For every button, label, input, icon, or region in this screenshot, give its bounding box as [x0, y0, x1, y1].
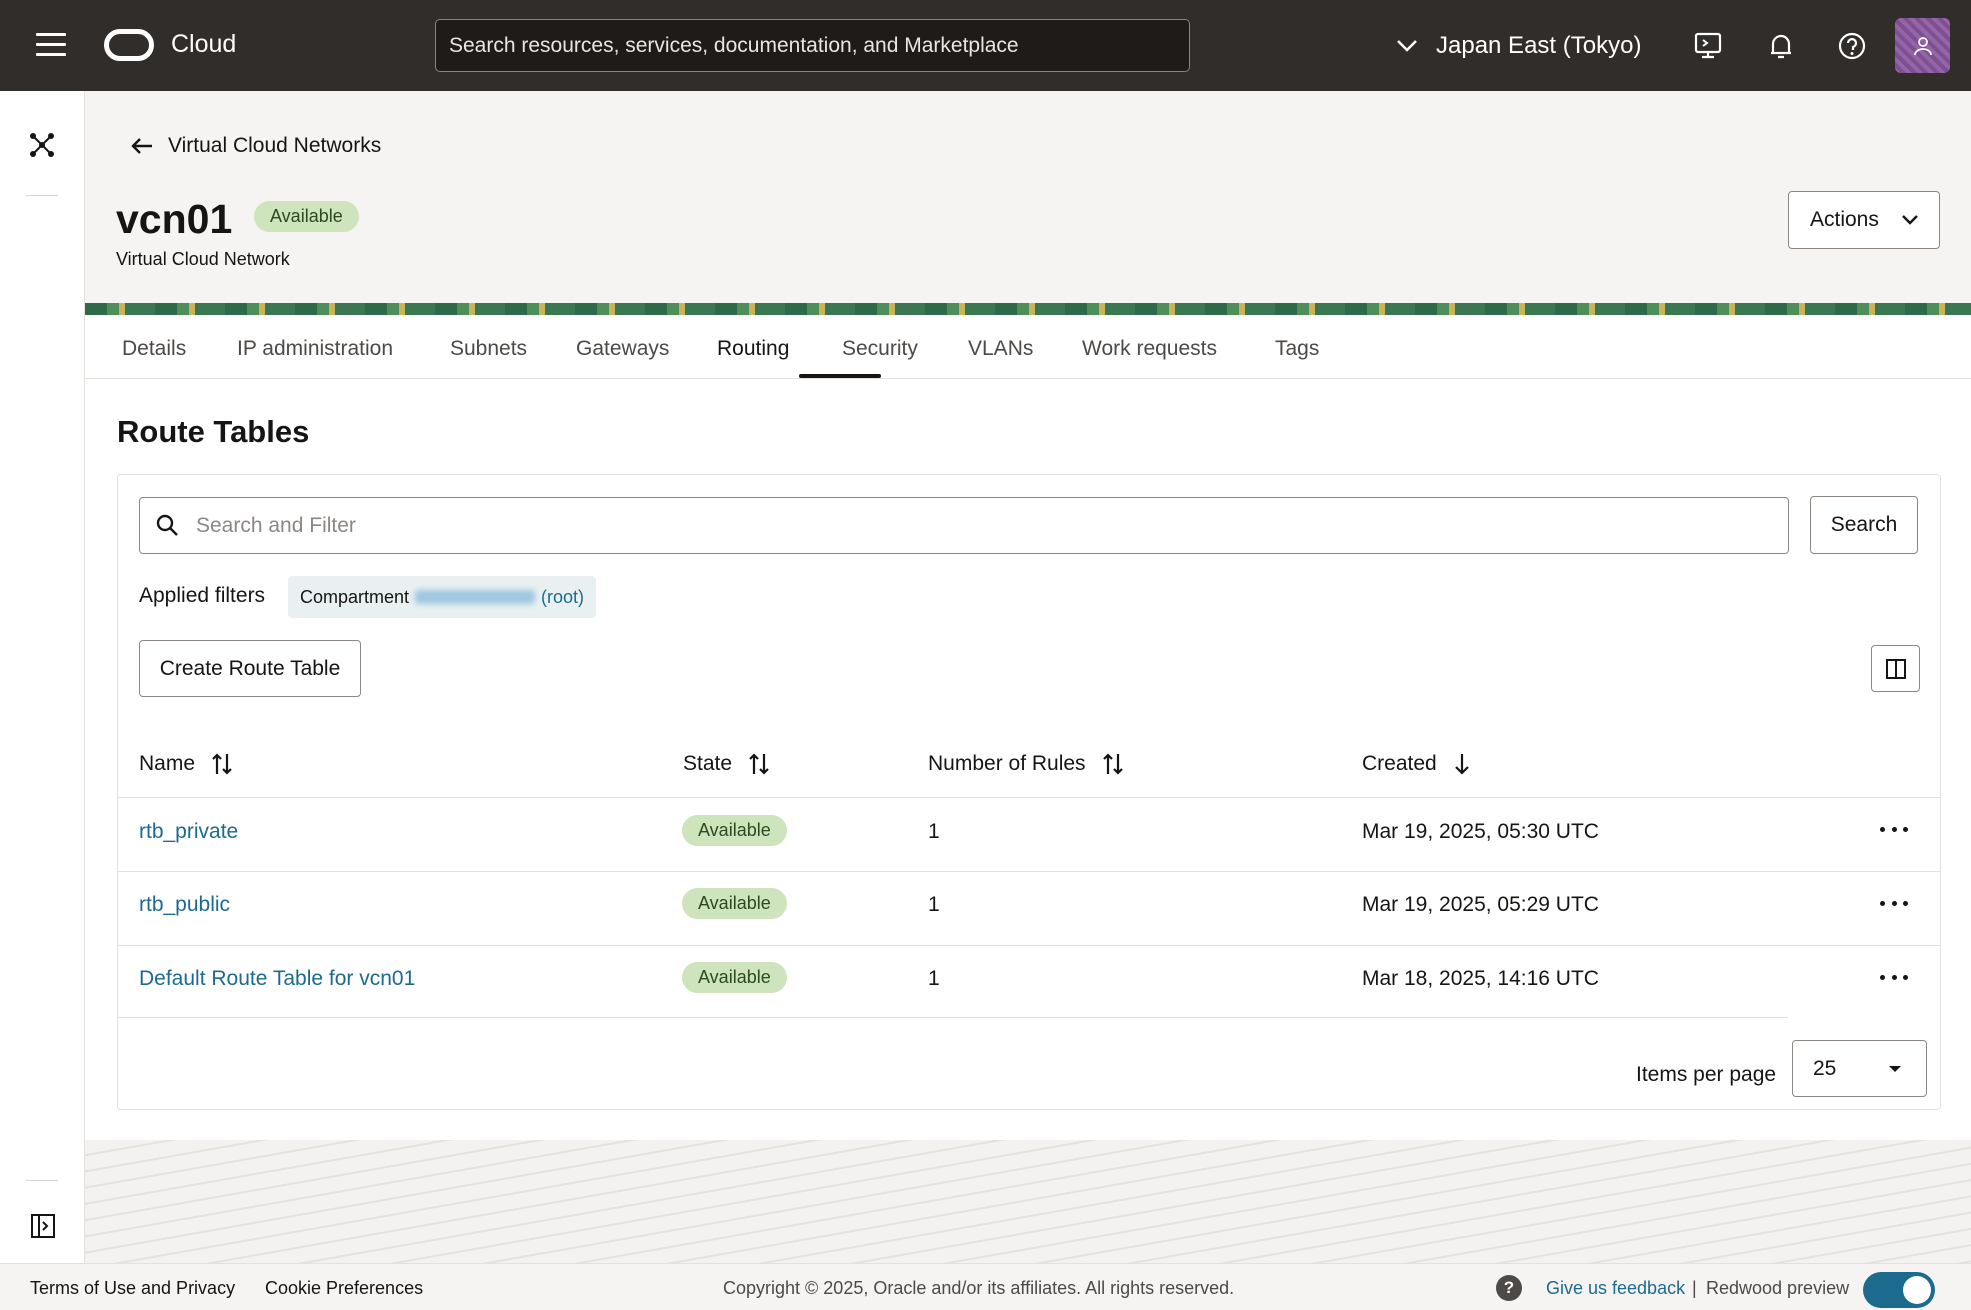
region-label: Japan East (Tokyo) [1436, 32, 1642, 59]
back-link-label: Virtual Cloud Networks [168, 134, 382, 157]
tab-tags[interactable]: Tags [1275, 337, 1319, 361]
back-link[interactable]: Virtual Cloud Networks [130, 134, 381, 158]
redacted-compartment-name [415, 590, 536, 604]
route-tables-card [117, 474, 1941, 1110]
feedback-link[interactable]: Give us feedback [1546, 1278, 1685, 1299]
sort-icon [1102, 753, 1123, 775]
logo-text[interactable]: Cloud [171, 30, 236, 59]
tab-subnets[interactable]: Subnets [450, 337, 527, 361]
status-badge: Available [682, 962, 787, 993]
menu-icon[interactable] [36, 33, 66, 57]
arrow-left-icon [131, 138, 152, 154]
row-divider [118, 797, 1940, 798]
oracle-logo-icon[interactable] [104, 29, 154, 61]
tab-work-requests[interactable]: Work requests [1082, 337, 1217, 361]
column-label: State [683, 752, 733, 775]
tab-routing[interactable]: Routing [717, 337, 789, 361]
terms-link[interactable]: Terms of Use and Privacy [30, 1278, 235, 1299]
top-header: Cloud Search resources, services, docume… [0, 0, 1971, 91]
tab-ip-administration[interactable]: IP administration [237, 337, 393, 361]
user-avatar[interactable] [1895, 18, 1950, 73]
items-per-page-label: Items per page [1636, 1063, 1777, 1086]
column-header-number-of-rules[interactable]: Number of Rules [928, 752, 1124, 776]
chevron-down-icon [1397, 40, 1417, 52]
tab-bar: Details IP administration Subnets Gatewa… [85, 315, 1971, 379]
search-filter-input[interactable]: Search and Filter [139, 497, 1789, 554]
compartment-filter-chip[interactable]: Compartment (root) [288, 576, 597, 618]
route-table-name-link[interactable]: Default Route Table for vcn01 [139, 967, 415, 991]
manage-columns-button[interactable] [1871, 645, 1920, 692]
tab-vlans[interactable]: VLANs [968, 337, 1033, 361]
row-actions-menu[interactable] [1880, 898, 1908, 908]
copyright-text: Copyright © 2025, Oracle and/or its affi… [723, 1278, 1235, 1298]
column-label: Name [139, 752, 196, 775]
footer-separator: | [1692, 1278, 1697, 1298]
redwood-preview-label: Redwood preview [1706, 1278, 1850, 1298]
created-date: Mar 19, 2025, 05:30 UTC [1362, 820, 1599, 843]
chip-label: Compartment [300, 586, 410, 607]
page-header [85, 91, 1971, 303]
row-divider [118, 945, 1940, 946]
region-selector[interactable]: Japan East (Tokyo) [1396, 28, 1641, 64]
decorative-banner [85, 303, 1971, 315]
cookie-preferences-link[interactable]: Cookie Preferences [265, 1278, 423, 1299]
column-label: Number of Rules [928, 752, 1086, 775]
created-date: Mar 19, 2025, 05:29 UTC [1362, 893, 1599, 916]
search-icon [156, 514, 178, 536]
sort-icon [749, 753, 769, 775]
rules-count: 1 [928, 893, 940, 916]
bell-icon[interactable] [1765, 30, 1797, 62]
column-header-created[interactable]: Created [1362, 752, 1471, 776]
row-divider [118, 871, 1940, 872]
page-title: vcn01 [116, 196, 233, 242]
resource-type: Virtual Cloud Network [116, 249, 290, 269]
footer: Terms of Use and Privacy Cookie Preferen… [0, 1263, 1971, 1310]
cloud-shell-icon[interactable] [1692, 30, 1724, 62]
global-search-input[interactable]: Search resources, services, documentatio… [435, 19, 1190, 72]
chevron-down-icon [1902, 215, 1918, 225]
columns-icon [1885, 658, 1906, 679]
search-button[interactable]: Search [1810, 496, 1918, 554]
route-table-name-link[interactable]: rtb_public [139, 893, 230, 917]
help-icon[interactable] [1836, 30, 1868, 62]
rail-divider [26, 1180, 58, 1181]
applied-filters-label: Applied filters [139, 584, 266, 607]
create-route-table-button[interactable]: Create Route Table [139, 640, 361, 697]
actions-button[interactable]: Actions [1788, 191, 1940, 249]
column-label: Created [1362, 752, 1437, 775]
actions-label: Actions [1810, 208, 1879, 231]
rail-divider [26, 195, 58, 196]
row-divider [118, 1017, 1788, 1018]
section-title: Route Tables [117, 414, 310, 449]
row-actions-menu[interactable] [1880, 824, 1908, 834]
chip-root: (root) [541, 586, 585, 607]
created-date: Mar 18, 2025, 14:16 UTC [1362, 967, 1599, 990]
tab-details[interactable]: Details [122, 337, 186, 361]
help-icon[interactable]: ? [1496, 1275, 1522, 1301]
tab-security[interactable]: Security [842, 337, 918, 361]
left-rail [0, 91, 85, 1263]
rules-count: 1 [928, 820, 940, 843]
tab-gateways[interactable]: Gateways [576, 337, 669, 361]
sort-icon [212, 753, 232, 775]
items-per-page-value: 25 [1813, 1056, 1837, 1080]
row-actions-menu[interactable] [1880, 972, 1908, 982]
sort-descending-icon [1454, 754, 1469, 775]
route-table-name-link[interactable]: rtb_private [139, 820, 238, 844]
column-header-name[interactable]: Name [139, 752, 233, 776]
redwood-preview-toggle[interactable] [1863, 1272, 1935, 1308]
expand-panel-icon[interactable] [30, 1213, 56, 1239]
network-icon[interactable] [28, 131, 56, 159]
status-badge: Available [682, 888, 787, 919]
rules-count: 1 [928, 967, 940, 990]
status-badge: Available [682, 815, 787, 846]
items-per-page-select[interactable]: 25 [1792, 1040, 1927, 1097]
status-badge: Available [254, 201, 359, 232]
active-tab-indicator [799, 374, 881, 378]
column-header-state[interactable]: State [683, 752, 770, 776]
caret-down-icon [1889, 1065, 1901, 1072]
decorative-background [85, 1140, 1971, 1263]
user-icon [1913, 36, 1932, 55]
